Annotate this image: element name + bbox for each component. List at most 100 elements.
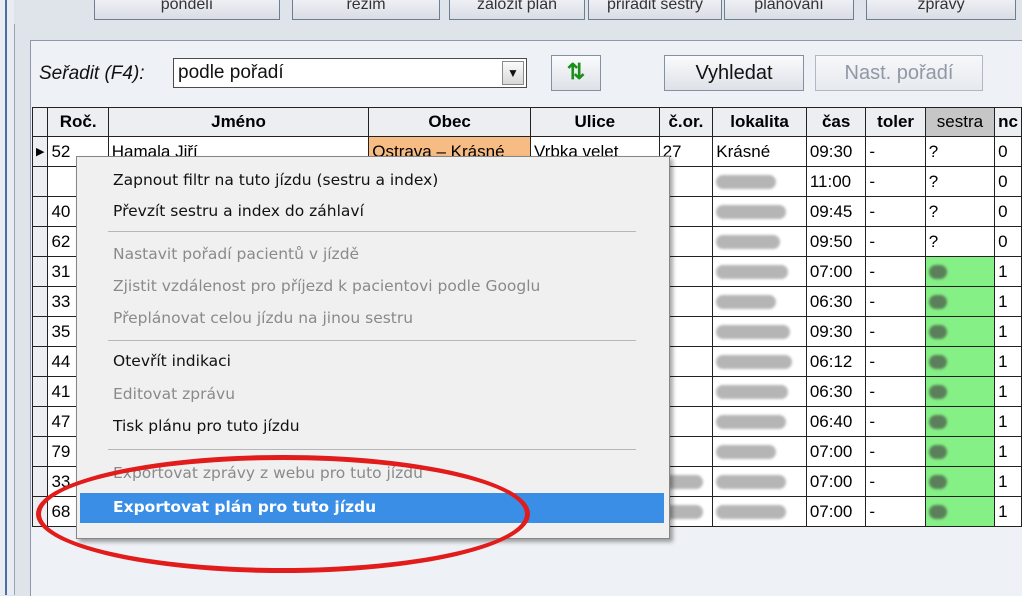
cell-sestra[interactable]	[924, 316, 996, 347]
cell-toler[interactable]: -	[865, 466, 926, 497]
menu-item-take-nurse-index[interactable]: Převzít sestru a index do záhlaví	[113, 202, 364, 220]
cell-nc[interactable]: 0	[994, 136, 1022, 167]
cell-nc[interactable]: 1	[994, 316, 1022, 347]
row-indicator-header	[31, 107, 49, 137]
cell-lokalita[interactable]	[712, 376, 807, 407]
menu-item-filter-ride[interactable]: Zapnout filtr na tuto jízdu (sestru a in…	[113, 171, 438, 189]
cell-toler[interactable]: -	[865, 166, 926, 197]
cell-sestra[interactable]	[924, 256, 996, 287]
cell-cas[interactable]: 06:40	[805, 406, 867, 437]
cell-nc[interactable]: 1	[994, 466, 1022, 497]
cell-nc[interactable]: 1	[994, 286, 1022, 317]
tab-reports[interactable]: zprávy	[866, 0, 1016, 20]
cell-lokalita[interactable]	[712, 286, 807, 317]
cell-nc[interactable]: 1	[994, 346, 1022, 377]
cell-toler[interactable]: -	[865, 136, 926, 167]
col-header-sestra[interactable]: sestra	[924, 107, 996, 137]
cell-sestra[interactable]	[924, 436, 996, 467]
cell-toler[interactable]: -	[865, 406, 926, 437]
menu-item-export-web-reports[interactable]: Exportovat zprávy z webu pro tuto jízdu	[113, 464, 423, 482]
cell-toler[interactable]: -	[865, 286, 926, 317]
menu-item-edit-report[interactable]: Editovat zprávu	[113, 385, 235, 403]
cell-cas[interactable]: 06:30	[805, 286, 867, 317]
sort-select[interactable]: podle pořadí ▼	[173, 58, 527, 88]
col-header-cas[interactable]: čas	[805, 107, 867, 137]
col-header-roc[interactable]: Roč.	[47, 107, 109, 137]
tab-planning[interactable]: plánování	[724, 0, 854, 20]
cell-lokalita[interactable]	[712, 226, 807, 257]
cell-nc[interactable]: 0	[994, 196, 1022, 227]
cell-sestra[interactable]	[924, 346, 996, 377]
cell-toler[interactable]: -	[865, 256, 926, 287]
cell-cas[interactable]: 06:12	[805, 346, 867, 377]
cell-lokalita[interactable]	[712, 346, 807, 377]
col-header-cor[interactable]: č.or.	[658, 107, 714, 137]
col-header-jmeno[interactable]: Jméno	[107, 107, 370, 137]
cell-sestra[interactable]: ?	[924, 136, 996, 167]
cell-nc[interactable]: 1	[994, 496, 1022, 527]
cell-nc[interactable]: 0	[994, 166, 1022, 197]
search-button[interactable]: Vyhledat	[664, 55, 804, 91]
cell-cas[interactable]: 09:45	[805, 196, 867, 227]
cell-lokalita[interactable]	[712, 436, 807, 467]
cell-toler[interactable]: -	[865, 316, 926, 347]
col-header-lokalita[interactable]: lokalita	[712, 107, 807, 137]
cell-lokalita[interactable]	[712, 406, 807, 437]
cell-sestra[interactable]: ?	[924, 196, 996, 227]
tab-mode[interactable]: režim	[292, 0, 440, 20]
cell-toler[interactable]: -	[865, 346, 926, 377]
cell-nc[interactable]: 1	[994, 256, 1022, 287]
cell-cas[interactable]: 09:50	[805, 226, 867, 257]
cell-nc[interactable]: 1	[994, 406, 1022, 437]
cell-sestra[interactable]	[924, 376, 996, 407]
cell-lokalita[interactable]	[712, 256, 807, 287]
menu-item-replan-ride[interactable]: Přeplánovat celou jízdu na jinou sestru	[113, 309, 413, 327]
cell-toler[interactable]: -	[865, 496, 926, 527]
refresh-arrows-icon: ⇅	[566, 59, 586, 84]
cell-cas[interactable]: 09:30	[805, 316, 867, 347]
cell-cas[interactable]: 11:00	[805, 166, 867, 197]
cell-sestra[interactable]: ?	[924, 166, 996, 197]
cell-sestra[interactable]: ?	[924, 226, 996, 257]
cell-sestra[interactable]	[924, 496, 996, 527]
col-header-toler[interactable]: toler	[865, 107, 926, 137]
cell-lokalita[interactable]	[712, 316, 807, 347]
menu-item-export-plan[interactable]: Exportovat plán pro tuto jízdu	[80, 493, 664, 523]
cell-sestra[interactable]	[924, 286, 996, 317]
cell-lokalita[interactable]	[712, 166, 807, 197]
refresh-button[interactable]: ⇅	[551, 55, 601, 91]
cell-nc[interactable]: 1	[994, 376, 1022, 407]
cell-cas[interactable]: 07:00	[805, 466, 867, 497]
cell-toler[interactable]: -	[865, 226, 926, 257]
col-header-obec[interactable]: Obec	[368, 107, 532, 137]
cell-cas[interactable]: 06:30	[805, 376, 867, 407]
col-header-ulice[interactable]: Ulice	[530, 107, 660, 137]
tab-assign-nurses[interactable]: přiřadit sestry	[588, 0, 722, 20]
menu-separator	[108, 449, 636, 450]
cell-lokalita[interactable]	[712, 466, 807, 497]
chevron-down-icon[interactable]: ▼	[502, 61, 524, 85]
top-tab-bar: pondělí režim založit plán přiřadit sest…	[14, 0, 1022, 24]
cell-cas[interactable]: 07:00	[805, 496, 867, 527]
cell-lokalita[interactable]	[712, 496, 807, 527]
cell-cas[interactable]: 09:30	[805, 136, 867, 167]
cell-cas[interactable]: 07:00	[805, 256, 867, 287]
cell-lokalita[interactable]: Krásné	[712, 136, 807, 167]
cell-toler[interactable]: -	[865, 196, 926, 227]
cell-sestra[interactable]	[924, 406, 996, 437]
menu-item-google-distance[interactable]: Zjistit vzdálenost pro příjezd k pacient…	[113, 277, 540, 295]
cell-lokalita[interactable]	[712, 196, 807, 227]
tab-monday[interactable]: pondělí	[94, 0, 280, 20]
set-order-button[interactable]: Nast. pořadí	[815, 55, 983, 91]
col-header-nc[interactable]: nc	[994, 107, 1022, 137]
tab-create-plan[interactable]: založit plán	[449, 0, 585, 20]
cell-toler[interactable]: -	[865, 376, 926, 407]
menu-item-open-indication[interactable]: Otevřít indikaci	[113, 352, 231, 370]
cell-nc[interactable]: 1	[994, 436, 1022, 467]
cell-nc[interactable]: 0	[994, 226, 1022, 257]
cell-sestra[interactable]	[924, 466, 996, 497]
cell-toler[interactable]: -	[865, 436, 926, 467]
menu-item-set-patient-order[interactable]: Nastavit pořadí pacientů v jízdě	[113, 245, 359, 263]
cell-cas[interactable]: 07:00	[805, 436, 867, 467]
menu-item-print-plan[interactable]: Tisk plánu pro tuto jízdu	[113, 417, 300, 435]
